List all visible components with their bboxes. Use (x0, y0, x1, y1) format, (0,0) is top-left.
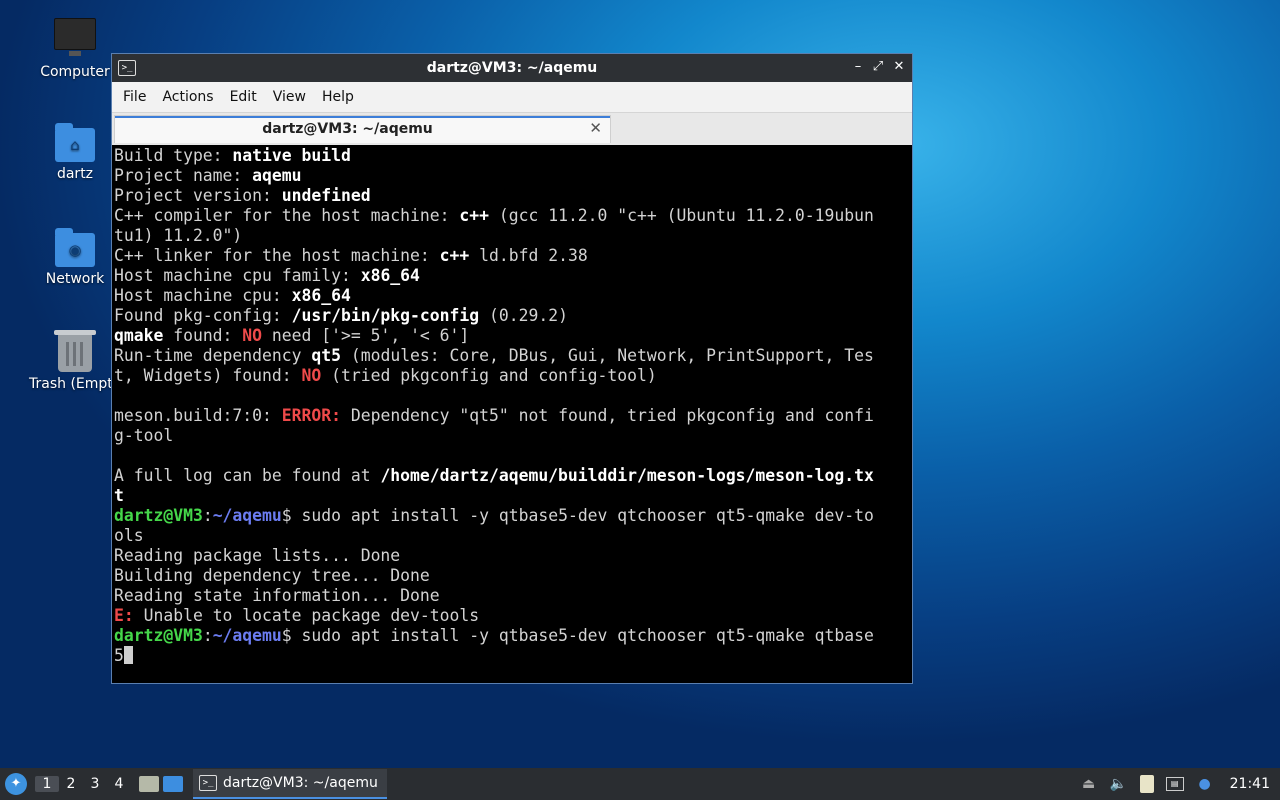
terminal-line: t (114, 486, 124, 505)
taskbar: ✦ 1 2 3 4 >_ dartz@VM3: ~/aqemu ⏏ 🔈 ▤ ● … (0, 768, 1280, 800)
update-notifier-icon[interactable]: ● (1196, 775, 1214, 793)
task-label: dartz@VM3: ~/aqemu (223, 775, 378, 791)
tab-close-icon[interactable]: ✕ (589, 119, 602, 137)
show-desktop-icon[interactable] (163, 776, 183, 792)
volume-icon[interactable]: 🔈 (1110, 775, 1128, 793)
terminal-line: C++ compiler for the host machine: c++ (… (114, 206, 874, 225)
terminal-line: Found pkg-config: /usr/bin/pkg-config (0… (114, 306, 568, 325)
terminal-prompt-line: dartz@VM3:~/aqemu$ sudo apt install -y q… (114, 626, 874, 645)
terminal-line: C++ linker for the host machine: c++ ld.… (114, 246, 588, 265)
workspace-3[interactable]: 3 (83, 776, 107, 792)
tab-terminal[interactable]: dartz@VM3: ~/aqemu ✕ (114, 115, 611, 143)
start-menu-button[interactable]: ✦ (5, 773, 27, 795)
menu-actions[interactable]: Actions (154, 89, 221, 105)
trash-icon (54, 330, 96, 372)
terminal-task-icon: >_ (199, 775, 217, 791)
terminal-window: >_ dartz@VM3: ~/aqemu – ⤢ ✕ File Actions… (111, 53, 913, 684)
home-folder-icon: ⌂ (55, 123, 95, 162)
taskbar-task-terminal[interactable]: >_ dartz@VM3: ~/aqemu (193, 769, 387, 799)
network-status-icon[interactable]: ▤ (1165, 777, 1184, 791)
tab-bar: dartz@VM3: ~/aqemu ✕ (112, 113, 912, 145)
terminal-line: g-tool (114, 426, 174, 445)
clock[interactable]: 21:41 (1230, 776, 1270, 792)
menu-file[interactable]: File (115, 89, 154, 105)
terminal-line: tu1) 11.2.0") (114, 226, 243, 245)
window-titlebar[interactable]: >_ dartz@VM3: ~/aqemu – ⤢ ✕ (112, 54, 912, 82)
workspace-1[interactable]: 1 (35, 776, 59, 792)
terminal-line: Host machine cpu: x86_64 (114, 286, 351, 305)
tab-label: dartz@VM3: ~/aqemu (262, 121, 433, 137)
terminal-line: t, Widgets) found: NO (tried pkgconfig a… (114, 366, 657, 385)
close-button[interactable]: ✕ (890, 58, 908, 76)
terminal-line: Host machine cpu family: x86_64 (114, 266, 420, 285)
eject-icon[interactable]: ⏏ (1080, 775, 1098, 793)
clipboard-icon[interactable] (1139, 775, 1154, 793)
desktop-icon-home[interactable]: ⌂ dartz (25, 123, 125, 182)
system-tray: ⏏ 🔈 ▤ ● 21:41 (1074, 768, 1280, 800)
desktop-icon-label: dartz (56, 166, 94, 182)
network-folder-icon: ◉ (55, 228, 95, 267)
terminal-input-line[interactable]: 5 (114, 646, 894, 666)
text-cursor (123, 646, 133, 664)
terminal-line: A full log can be found at /home/dartz/a… (114, 466, 874, 485)
terminal-line: Run-time dependency qt5 (modules: Core, … (114, 346, 874, 365)
workspace-2[interactable]: 2 (59, 776, 83, 792)
desktop-icon-label: Computer (40, 64, 110, 80)
terminal-line: Building dependency tree... Done (114, 566, 430, 585)
minimize-button[interactable]: – (849, 58, 867, 76)
file-manager-icon[interactable] (139, 776, 159, 792)
terminal-line: E: Unable to locate package dev-tools (114, 606, 480, 625)
window-title: dartz@VM3: ~/aqemu (426, 60, 598, 76)
terminal-prompt-line: dartz@VM3:~/aqemu$ sudo apt install -y q… (114, 506, 874, 525)
terminal-line: Reading state information... Done (114, 586, 440, 605)
computer-icon (54, 18, 96, 56)
maximize-button[interactable]: ⤢ (869, 58, 887, 76)
terminal-line: meson.build:7:0: ERROR: Dependency "qt5"… (114, 406, 874, 425)
terminal-line: ols (114, 526, 144, 545)
terminal-line: Reading package lists... Done (114, 546, 401, 565)
terminal-line: Project version: undefined (114, 186, 371, 205)
menu-edit[interactable]: Edit (222, 89, 265, 105)
terminal-line: Project name: aqemu (114, 166, 302, 185)
terminal-output[interactable]: Build type: native build Project name: aq… (114, 146, 894, 680)
desktop-icon-label: Network (45, 271, 105, 287)
workspace-4[interactable]: 4 (107, 776, 131, 792)
desktop-icon-network[interactable]: ◉ Network (25, 228, 125, 287)
menu-bar: File Actions Edit View Help (112, 82, 912, 113)
desktop-icon-computer[interactable]: Computer (25, 18, 125, 80)
menu-view[interactable]: View (265, 89, 314, 105)
terminal-line: Build type: native build (114, 146, 351, 165)
menu-help[interactable]: Help (314, 89, 362, 105)
terminal-line: qmake found: NO need ['>= 5', '< 6'] (114, 326, 470, 345)
